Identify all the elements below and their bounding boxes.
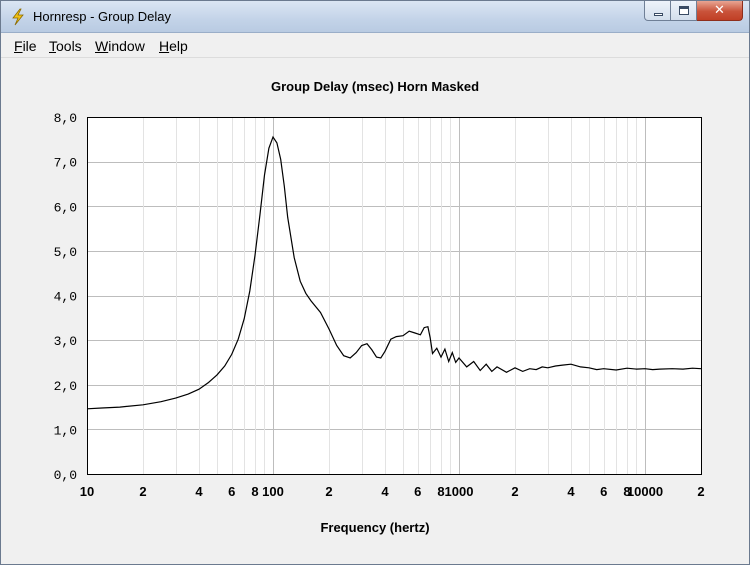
y-tick-label: 0,0: [54, 468, 77, 483]
x-tick-label: 6: [600, 484, 607, 499]
x-tick-label: 8: [251, 484, 258, 499]
x-tick-label: 4: [567, 484, 575, 499]
x-tick-label: 2: [511, 484, 518, 499]
x-tick-label: 6: [414, 484, 421, 499]
x-tick-label: 100: [262, 484, 284, 499]
y-tick-label: 8,0: [54, 111, 77, 126]
x-tick-label: 2: [139, 484, 146, 499]
y-tick-label: 3,0: [54, 334, 77, 349]
y-tick-label: 4,0: [54, 290, 77, 305]
x-tick-label: 6: [228, 484, 235, 499]
x-tick-label: 8: [437, 484, 444, 499]
y-tick-label: 7,0: [54, 156, 77, 171]
x-axis-label: Frequency (hertz): [320, 520, 430, 535]
x-tick-label: 1000: [445, 484, 474, 499]
x-tick-label: 4: [381, 484, 389, 499]
y-tick-label: 1,0: [54, 423, 77, 438]
group-delay-chart: 0,0 1,0 2,0 3,0 4,0 5,0 6,0 7,0 8,0 10 2 4 6 8 100 2 4 6…: [54, 111, 705, 499]
x-tick-label: 10: [80, 484, 94, 499]
x-tick-label: 2: [697, 484, 704, 499]
app-window: Hornresp - Group Delay ✕ File Tools Wind…: [0, 0, 750, 565]
y-tick-label: 5,0: [54, 245, 77, 260]
y-tick-label: 2,0: [54, 379, 77, 394]
y-tick-label: 6,0: [54, 200, 77, 215]
x-tick-label: 2: [325, 484, 332, 499]
y-axis-ticks: 0,0 1,0 2,0 3,0 4,0 5,0 6,0 7,0 8,0: [54, 111, 77, 483]
x-axis-ticks: 10 2 4 6 8 100 2 4 6 8 1000 2 4 6 810000 2: [80, 484, 705, 499]
x-tick-label: 10000: [627, 484, 663, 499]
plot-area: [87, 117, 701, 474]
x-tick-label: 4: [195, 484, 203, 499]
